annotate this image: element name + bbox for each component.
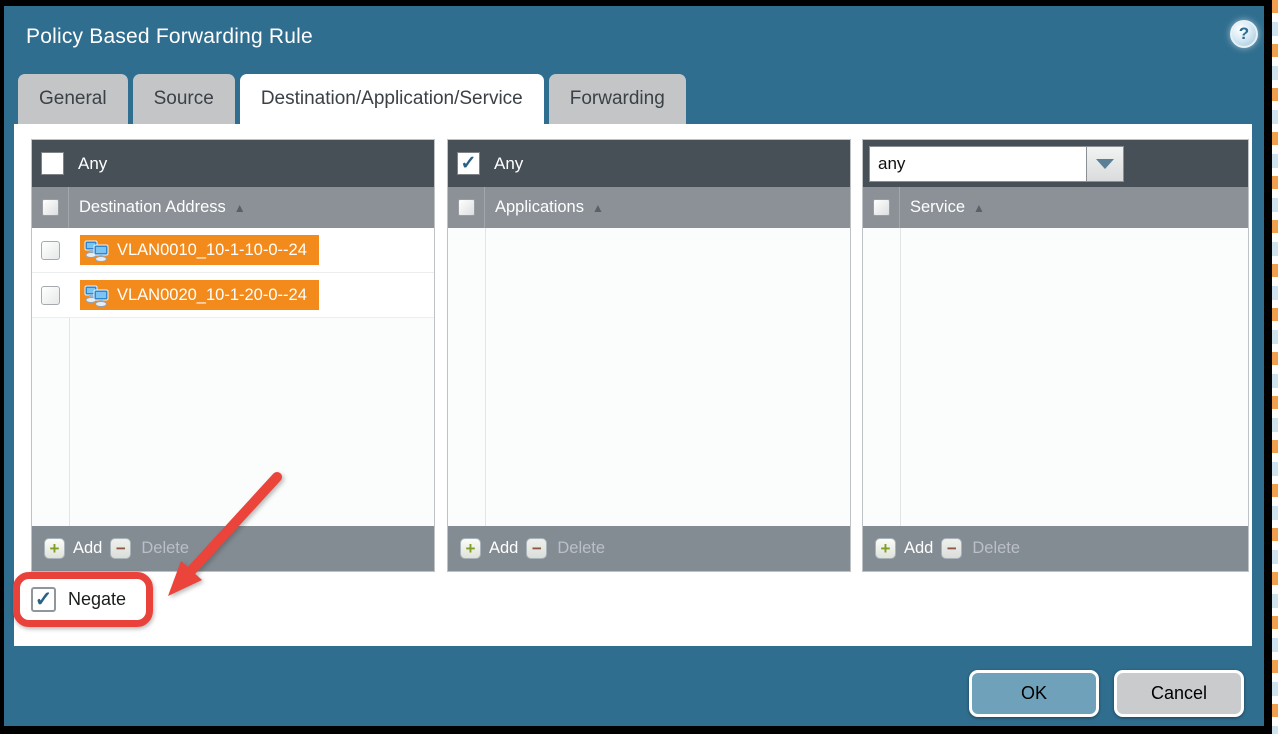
header-checkbox-cell	[863, 187, 900, 228]
table-row[interactable]: VLAN0010_10-1-10-0--24	[32, 228, 434, 273]
tab-forwarding[interactable]: Forwarding	[549, 74, 686, 124]
tab-label: General	[39, 88, 107, 110]
add-icon[interactable]: +	[460, 538, 481, 559]
cancel-button-label: Cancel	[1151, 683, 1207, 704]
negate-checkbox[interactable]: ✓	[31, 587, 56, 612]
applications-any-bar: ✓ Any	[448, 140, 850, 187]
service-column-header[interactable]: Service ▲	[863, 187, 1248, 228]
destination-list: VLAN0010_10-1-10-0--24	[32, 228, 434, 526]
destination-any-bar: Any	[32, 140, 434, 187]
sort-ascending-icon: ▲	[973, 201, 985, 215]
add-icon[interactable]: +	[875, 538, 896, 559]
checkmark-icon: ✓	[35, 589, 53, 610]
sort-ascending-icon: ▲	[234, 201, 246, 215]
add-button[interactable]: Add	[73, 539, 102, 558]
column-separator	[485, 228, 486, 526]
dropdown-button[interactable]	[1087, 146, 1124, 182]
applications-toolbar: + Add − Delete	[448, 526, 850, 571]
address-object-chip[interactable]: VLAN0010_10-1-10-0--24	[80, 235, 319, 265]
background-page-sliver	[1272, 0, 1278, 734]
address-object-chip[interactable]: VLAN0020_10-1-20-0--24	[80, 280, 319, 310]
question-mark-glyph: ?	[1239, 24, 1249, 44]
service-select-all-checkbox[interactable]	[873, 199, 890, 216]
header-checkbox-cell	[32, 187, 69, 228]
row-checkbox[interactable]	[41, 241, 60, 260]
service-header-label: Service	[910, 198, 965, 217]
service-dropdown-bar: any	[863, 140, 1248, 187]
network-address-icon	[84, 283, 110, 307]
chevron-down-icon	[1096, 159, 1114, 169]
network-address-icon	[84, 238, 110, 262]
address-object-label: VLAN0010_10-1-10-0--24	[117, 241, 307, 260]
tab-general[interactable]: General	[18, 74, 128, 124]
delete-icon[interactable]: −	[941, 538, 962, 559]
add-button[interactable]: Add	[904, 539, 933, 558]
service-panel: any Service ▲ + Add − Delete	[862, 139, 1249, 572]
tab-bar: General Source Destination/Application/S…	[18, 74, 686, 124]
applications-any-label: Any	[494, 154, 523, 174]
destination-header-label: Destination Address	[79, 198, 226, 217]
header-checkbox-cell	[448, 187, 485, 228]
negate-annotation-highlight: ✓ Negate	[13, 572, 153, 627]
row-checkbox[interactable]	[41, 286, 60, 305]
destination-column-header[interactable]: Destination Address ▲	[32, 187, 434, 228]
cancel-button[interactable]: Cancel	[1114, 670, 1244, 717]
delete-icon[interactable]: −	[110, 538, 131, 559]
destination-any-checkbox[interactable]	[41, 152, 64, 175]
negate-label: Negate	[68, 589, 126, 610]
service-dropdown[interactable]: any	[869, 146, 1124, 182]
help-icon[interactable]: ?	[1230, 20, 1258, 48]
service-dropdown-value[interactable]: any	[869, 146, 1087, 182]
destination-any-label: Any	[78, 154, 107, 174]
tab-label: Destination/Application/Service	[261, 88, 523, 110]
delete-icon[interactable]: −	[526, 538, 547, 559]
sort-ascending-icon: ▲	[592, 201, 604, 215]
applications-select-all-checkbox[interactable]	[458, 199, 475, 216]
applications-any-checkbox[interactable]: ✓	[457, 152, 480, 175]
address-object-label: VLAN0020_10-1-20-0--24	[117, 286, 307, 305]
column-separator	[900, 228, 901, 526]
destination-select-all-checkbox[interactable]	[42, 199, 59, 216]
service-toolbar: + Add − Delete	[863, 526, 1248, 571]
applications-list	[448, 228, 850, 526]
tab-label: Source	[154, 88, 214, 110]
screen: Policy Based Forwarding Rule ? General S…	[0, 0, 1278, 734]
add-button[interactable]: Add	[489, 539, 518, 558]
delete-button[interactable]: Delete	[557, 539, 605, 558]
applications-panel: ✓ Any Applications ▲ + Add − Delete	[447, 139, 851, 572]
tab-destination-application-service[interactable]: Destination/Application/Service	[240, 74, 544, 124]
tab-source[interactable]: Source	[133, 74, 235, 124]
destination-toolbar: + Add − Delete	[32, 526, 434, 571]
checkmark-icon: ✓	[461, 154, 477, 173]
applications-header-label: Applications	[495, 198, 584, 217]
delete-button[interactable]: Delete	[972, 539, 1020, 558]
applications-column-header[interactable]: Applications ▲	[448, 187, 850, 228]
table-row[interactable]: VLAN0020_10-1-20-0--24	[32, 273, 434, 318]
service-list	[863, 228, 1248, 526]
destination-address-panel: Any Destination Address ▲	[31, 139, 435, 572]
delete-button[interactable]: Delete	[141, 539, 189, 558]
add-icon[interactable]: +	[44, 538, 65, 559]
row-checkbox-cell	[32, 286, 69, 305]
tab-label: Forwarding	[570, 88, 665, 110]
policy-based-forwarding-dialog: Policy Based Forwarding Rule ? General S…	[4, 6, 1264, 726]
ok-button[interactable]: OK	[969, 670, 1099, 717]
dialog-title: Policy Based Forwarding Rule	[26, 25, 313, 49]
row-checkbox-cell	[32, 241, 69, 260]
ok-button-label: OK	[1021, 683, 1047, 704]
